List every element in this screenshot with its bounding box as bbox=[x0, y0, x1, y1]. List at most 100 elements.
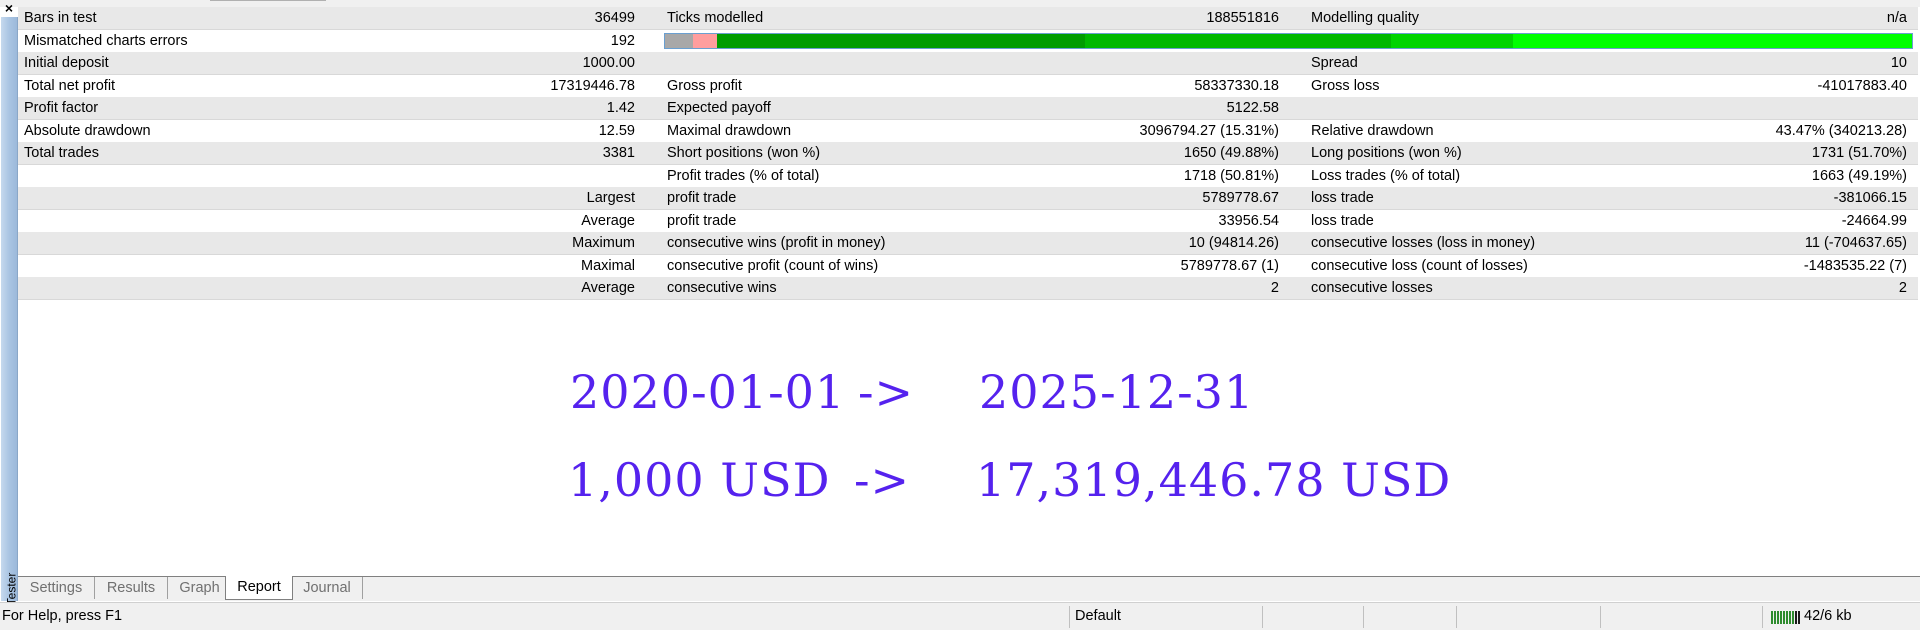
status-divider bbox=[1762, 606, 1763, 628]
report-cell-c3: Gross profit bbox=[667, 77, 742, 94]
report-cell-c6: 43.47% (340213.28) bbox=[1775, 122, 1907, 139]
report-cell-c2: Largest bbox=[586, 190, 635, 206]
report-cell-c1: Total net profit bbox=[24, 77, 116, 94]
report-cell-c3: Maximal drawdown bbox=[667, 122, 792, 139]
report-cell-c4: 188551816 bbox=[1206, 10, 1279, 26]
close-icon[interactable]: × bbox=[2, 1, 16, 15]
report-cell-c2: Average bbox=[581, 212, 635, 229]
overlay-date-to: 2025-12-31 bbox=[979, 365, 1255, 419]
top-strip bbox=[0, 0, 1920, 7]
report-cell-c4: 1650 (49.88%) bbox=[1183, 145, 1279, 161]
report-cell-c4: 58337330.18 bbox=[1194, 77, 1279, 94]
tester-side-label-box: Tester bbox=[1, 573, 18, 606]
report-row: Maximum consecutive wins (profit in money… bbox=[18, 232, 1918, 255]
report-cell-c3: Short positions (won %) bbox=[667, 145, 821, 161]
report-cell-c3: profit trade bbox=[667, 190, 737, 206]
report-cell-c4: 5789778.67 (1) bbox=[1180, 257, 1279, 274]
modelling-quality-bar bbox=[664, 32, 1913, 49]
report-cell-c5: Loss trades (% of total) bbox=[1311, 167, 1461, 184]
meter-bar bbox=[1798, 611, 1800, 624]
status-divider bbox=[1363, 606, 1364, 628]
report-row: Total net profit 17319446.78 Gross profit 5… bbox=[18, 75, 1918, 98]
report-cell-c2: 36499 bbox=[594, 10, 635, 26]
report-cell-c3: Expected payoff bbox=[667, 100, 771, 116]
tab-results[interactable]: Results bbox=[95, 577, 168, 599]
tab-fragment bbox=[210, 0, 326, 1]
report-cell-c6: -1483535.22 (7) bbox=[1803, 257, 1907, 274]
report-row: Initial deposit 1000.00 Spread 10 bbox=[18, 52, 1918, 75]
report-cell-c6: 1663 (49.19%) bbox=[1811, 167, 1907, 184]
report-cell-c6: 10 bbox=[1890, 55, 1907, 71]
status-bar: For Help, press F1 Default 42/6 kb bbox=[0, 602, 1920, 630]
report-cell-c6: -41017883.40 bbox=[1817, 77, 1908, 94]
meter-bar bbox=[1774, 611, 1776, 624]
report-cell-c6: 2 bbox=[1898, 280, 1907, 296]
connection-meter-icon bbox=[1771, 611, 1801, 624]
status-profile: Default bbox=[1075, 608, 1121, 624]
quality-bar-segment bbox=[1085, 33, 1391, 48]
report-cell-c1: Initial deposit bbox=[24, 55, 109, 71]
tab-journal[interactable]: Journal bbox=[292, 577, 363, 599]
report-cell-c5: loss trade bbox=[1311, 212, 1374, 229]
tester-side-label: Tester bbox=[4, 572, 19, 606]
report-cell-c6: 11 (-704637.65) bbox=[1804, 235, 1907, 251]
report-row: Bars in test 36499 Ticks modelled 188551816… bbox=[18, 7, 1918, 30]
report-cell-c1: Profit factor bbox=[24, 100, 99, 116]
report-cell-c3: profit trade bbox=[667, 212, 737, 229]
report-cell-c3: Ticks modelled bbox=[667, 10, 764, 26]
tester-side-bar[interactable] bbox=[1, 17, 18, 601]
report-cell-c2: 3381 bbox=[602, 145, 635, 161]
meter-bar bbox=[1783, 611, 1785, 624]
report-cell-c6: 1731 (51.70%) bbox=[1811, 145, 1907, 161]
report-cell-c2: 17319446.78 bbox=[550, 77, 635, 94]
tab-settings[interactable]: Settings bbox=[18, 577, 95, 599]
report-cell-c1: Bars in test bbox=[24, 10, 97, 26]
report-cell-c4: 33956.54 bbox=[1218, 212, 1279, 229]
report-cell-c3: Profit trades (% of total) bbox=[667, 167, 820, 184]
report-cell-c5: consecutive losses (loss in money) bbox=[1311, 235, 1536, 251]
report-cell-c2: 1.42 bbox=[606, 100, 635, 116]
meter-bar bbox=[1780, 611, 1782, 624]
report-cell-c5: Modelling quality bbox=[1311, 10, 1420, 26]
report-row: Largest profit trade 5789778.67 loss trade -… bbox=[18, 187, 1918, 210]
tab-report[interactable]: Report bbox=[225, 576, 293, 600]
report-cell-c5: Relative drawdown bbox=[1311, 122, 1434, 139]
status-divider bbox=[1456, 606, 1457, 628]
report-cell-c4: 5122.58 bbox=[1226, 100, 1279, 116]
status-divider bbox=[1069, 606, 1070, 628]
report-cell-c5: consecutive losses bbox=[1311, 280, 1433, 296]
report-row: Profit factor 1.42 Expected payoff 5122.58 bbox=[18, 97, 1918, 120]
report-cell-c5: Long positions (won %) bbox=[1311, 145, 1462, 161]
report-cell-c5: Spread bbox=[1311, 55, 1358, 71]
report-row: Mismatched charts errors 192 bbox=[18, 30, 1918, 53]
overlay-amount-to: 17,319,446.78 USD bbox=[976, 453, 1452, 507]
report-row: Average profit trade 33956.54 loss trade -24… bbox=[18, 210, 1918, 233]
overlay-date-arrow: -> bbox=[858, 365, 915, 419]
quality-bar-segment bbox=[693, 33, 717, 48]
report-cell-c1: Total trades bbox=[24, 145, 99, 161]
report-cell-c2: Maximum bbox=[572, 235, 635, 251]
report-cell-c6: -381066.15 bbox=[1833, 190, 1907, 206]
report-cell-c3: consecutive wins (profit in money) bbox=[667, 235, 886, 251]
report-cell-c2: Maximal bbox=[581, 257, 635, 274]
tab-graph[interactable]: Graph bbox=[168, 577, 232, 599]
report-cell-c5: loss trade bbox=[1311, 190, 1374, 206]
report-cell-c3: consecutive wins bbox=[667, 280, 777, 296]
report-cell-c2: 12.59 bbox=[598, 122, 635, 139]
report-cell-c5: Gross loss bbox=[1311, 77, 1380, 94]
report-cell-c4: 2 bbox=[1270, 280, 1279, 296]
report-cell-c2: 1000.00 bbox=[582, 55, 635, 71]
quality-bar-segment bbox=[1512, 33, 1912, 48]
tester-tabs: Settings Results Graph Report Journal bbox=[18, 576, 1920, 601]
quality-bar-segment bbox=[716, 33, 1086, 48]
report-cell-c6: -24664.99 bbox=[1841, 212, 1907, 229]
meter-bar bbox=[1795, 611, 1797, 624]
report-row: Average consecutive wins 2 consecutive loss… bbox=[18, 277, 1918, 300]
status-traffic: 42/6 kb bbox=[1804, 608, 1852, 624]
status-help-text: For Help, press F1 bbox=[2, 608, 123, 624]
quality-bar-segment bbox=[665, 33, 694, 48]
report-row: Total trades 3381 Short positions (won %) 1… bbox=[18, 142, 1918, 165]
overlay-amount-from: 1,000 USD bbox=[568, 453, 831, 507]
report-cell-c2: Average bbox=[581, 280, 635, 296]
report-cell-c1: Absolute drawdown bbox=[24, 122, 151, 139]
